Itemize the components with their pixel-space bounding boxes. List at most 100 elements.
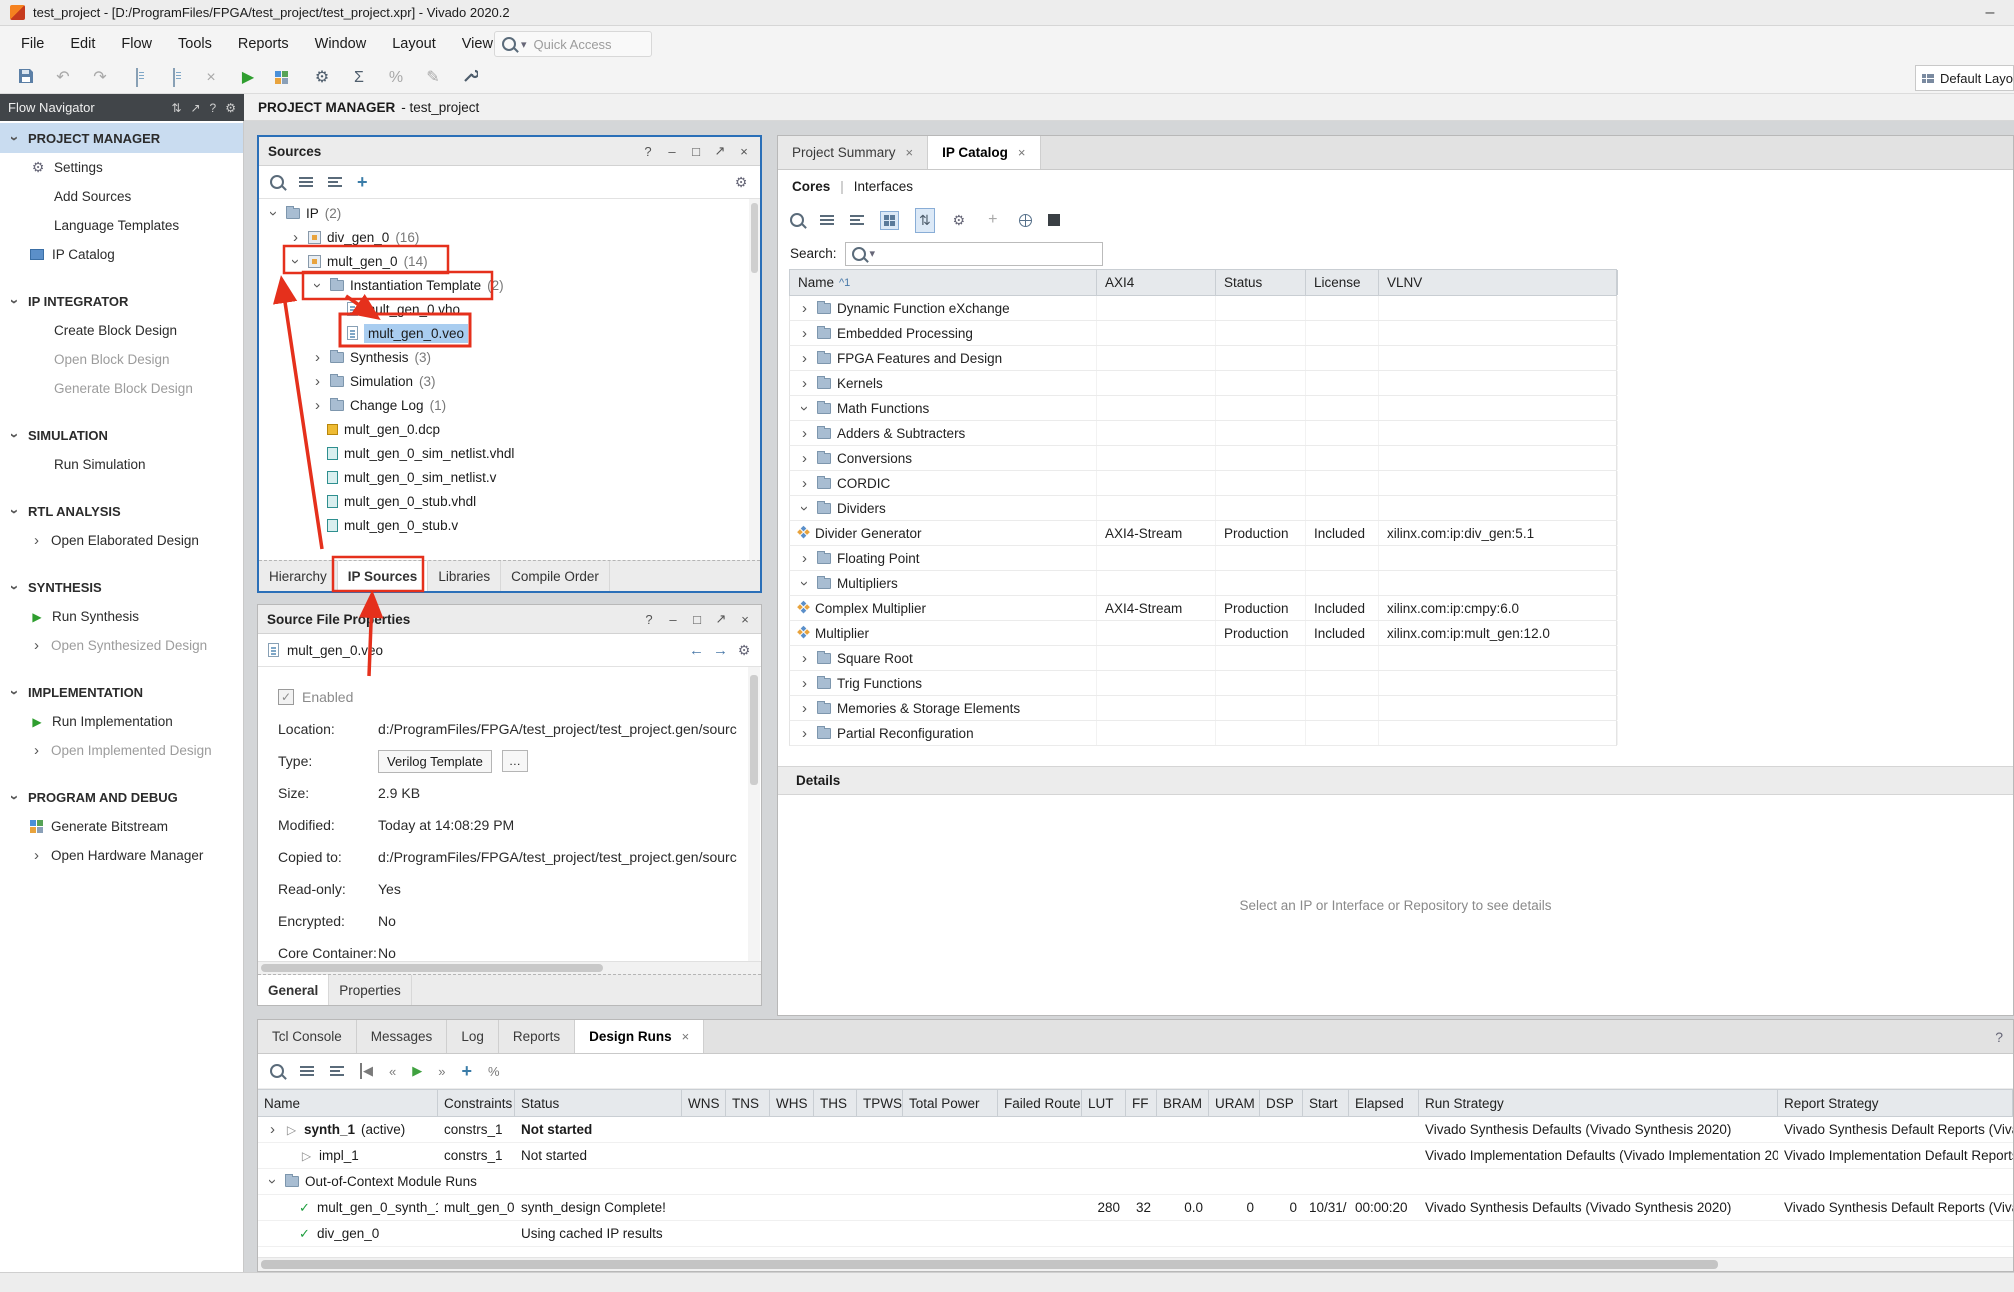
flow-section-ip-integrator[interactable]: › IP INTEGRATOR — [0, 286, 243, 316]
flow-item-open-elaborated-design[interactable]: ›Open Elaborated Design — [0, 526, 243, 555]
quick-access-search[interactable]: ▾ — [494, 31, 652, 57]
tree-item-mult-gen-0-veo[interactable]: mult_gen_0.veo — [259, 321, 760, 345]
tree-item-mult-gen-0[interactable]: ›mult_gen_0(14) — [259, 249, 760, 273]
expand-all-icon[interactable] — [330, 1066, 344, 1076]
column-vlnv[interactable]: VLNV — [1379, 270, 1618, 295]
minimize-icon[interactable]: – — [666, 612, 680, 627]
run-icon[interactable]: ▶ — [238, 70, 258, 86]
subtab-interfaces[interactable]: Interfaces — [854, 179, 913, 194]
search-icon[interactable] — [270, 1064, 284, 1078]
tab-libraries[interactable]: Libraries — [428, 561, 501, 591]
tree-item-change-log[interactable]: ›Change Log(1) — [259, 393, 760, 417]
block-design-icon[interactable] — [275, 71, 295, 84]
expand-all-icon[interactable] — [850, 215, 864, 225]
column[interactable]: Run Strategy — [1419, 1090, 1778, 1116]
table-row[interactable]: ✓mult_gen_0_synth_1 mult_gen_0 synth_des… — [258, 1195, 2013, 1221]
table-row[interactable]: ›Memories & Storage Elements — [789, 696, 1617, 721]
help-icon[interactable]: ? — [642, 612, 656, 627]
chevron-right-icon[interactable]: › — [798, 701, 811, 716]
chevron-right-icon[interactable]: › — [798, 726, 811, 741]
horizontal-scrollbar[interactable] — [258, 961, 761, 974]
collapse-all-icon[interactable] — [820, 215, 834, 225]
chevron-down-icon[interactable]: › — [288, 255, 303, 268]
pencil-icon[interactable]: ✎ — [423, 70, 443, 86]
flow-section-project-manager[interactable]: › PROJECT MANAGER — [0, 123, 243, 153]
flow-section-implementation[interactable]: › IMPLEMENTATION — [0, 677, 243, 707]
table-row[interactable]: ›Floating Point — [789, 546, 1617, 571]
tab-ip-catalog[interactable]: IP Catalog× — [928, 136, 1040, 169]
table-row[interactable]: ›CORDIC — [789, 471, 1617, 496]
pin-icon[interactable]: ↗ — [190, 101, 200, 115]
chevron-right-icon[interactable]: › — [798, 326, 811, 341]
tree-item-sim-netlist-vhdl[interactable]: mult_gen_0_sim_netlist.vhdl — [259, 441, 760, 465]
column[interactable]: WHS — [770, 1090, 814, 1116]
flow-item-open-block-design[interactable]: Open Block Design — [0, 345, 243, 374]
close-icon[interactable]: × — [738, 612, 752, 627]
tab-tcl-console[interactable]: Tcl Console — [258, 1020, 357, 1053]
column[interactable]: Failed Routes — [998, 1090, 1082, 1116]
help-icon[interactable]: ? — [641, 144, 655, 159]
tree-item-instantiation-template[interactable]: ›Instantiation Template(2) — [259, 273, 760, 297]
flow-section-simulation[interactable]: › SIMULATION — [0, 420, 243, 450]
tree-item-synthesis[interactable]: ›Synthesis(3) — [259, 345, 760, 369]
table-row[interactable]: ›Kernels — [789, 371, 1617, 396]
add-sources-icon[interactable]: + — [357, 173, 368, 191]
column-license[interactable]: License — [1306, 270, 1379, 295]
catalog-search-box[interactable]: ▾ — [845, 242, 1103, 266]
flow-section-synthesis[interactable]: › SYNTHESIS — [0, 572, 243, 602]
default-layout-button[interactable]: Default Layou — [1915, 65, 2014, 91]
rewind-icon[interactable]: « — [389, 1064, 396, 1079]
minimize-icon[interactable]: – — [665, 144, 679, 159]
column[interactable]: Elapsed — [1349, 1090, 1419, 1116]
chevron-right-icon[interactable]: › — [798, 476, 811, 491]
chevron-right-icon[interactable]: › — [798, 301, 811, 316]
table-row[interactable]: ›Multipliers — [789, 571, 1617, 596]
add-repository-icon[interactable]: + — [983, 212, 1003, 228]
tab-ip-sources[interactable]: IP Sources — [338, 561, 429, 591]
gear-icon[interactable]: ⚙ — [737, 642, 751, 659]
web-icon[interactable] — [1019, 214, 1032, 227]
column[interactable]: Constraints — [438, 1090, 515, 1116]
tree-item-mult-gen-0-dcp[interactable]: mult_gen_0.dcp — [259, 417, 760, 441]
column[interactable]: Report Strategy — [1778, 1090, 2013, 1116]
chevron-down-icon[interactable]: › — [310, 279, 325, 292]
help-icon[interactable]: ? — [210, 101, 217, 115]
tree-item-stub-v[interactable]: mult_gen_0_stub.v — [259, 513, 760, 537]
column[interactable]: BRAM — [1157, 1090, 1209, 1116]
delete-icon[interactable]: × — [201, 70, 221, 86]
tree-item-sim-netlist-v[interactable]: mult_gen_0_sim_netlist.v — [259, 465, 760, 489]
type-button[interactable]: Verilog Template — [378, 750, 492, 773]
step-first-icon[interactable]: ◀ — [360, 1063, 373, 1079]
menu-edit[interactable]: Edit — [57, 29, 108, 59]
flow-item-run-synthesis[interactable]: ▶Run Synthesis — [0, 602, 243, 631]
menu-window[interactable]: Window — [302, 29, 380, 59]
forward-icon[interactable]: » — [438, 1064, 445, 1079]
tree-item-simulation[interactable]: ›Simulation(3) — [259, 369, 760, 393]
chevron-right-icon[interactable]: › — [798, 651, 811, 666]
tab-project-summary[interactable]: Project Summary× — [778, 136, 928, 169]
report-icon[interactable] — [127, 70, 147, 86]
group-by-category-icon[interactable] — [880, 211, 899, 230]
forward-icon[interactable]: → — [713, 642, 727, 659]
enabled-checkbox[interactable]: ✓ — [278, 689, 294, 705]
column[interactable]: Start — [1303, 1090, 1349, 1116]
tab-log[interactable]: Log — [447, 1020, 499, 1053]
sigma-icon[interactable]: Σ — [349, 70, 369, 86]
hierarchize-icon[interactable]: ⇅ — [915, 208, 935, 233]
table-row[interactable]: ›Embedded Processing — [789, 321, 1617, 346]
flow-item-language-templates[interactable]: Language Templates — [0, 211, 243, 240]
chevron-down-icon[interactable]: › — [797, 577, 812, 590]
chevron-down-icon[interactable]: › — [265, 1175, 280, 1188]
copy-icon[interactable] — [164, 70, 184, 86]
save-icon[interactable] — [16, 68, 36, 88]
column[interactable]: TPWS — [857, 1090, 903, 1116]
expand-all-icon[interactable] — [328, 177, 342, 187]
menu-layout[interactable]: Layout — [379, 29, 449, 59]
table-row[interactable]: ›Trig Functions — [789, 671, 1617, 696]
table-row[interactable]: ›Square Root — [789, 646, 1617, 671]
search-icon[interactable] — [270, 175, 284, 189]
more-button[interactable]: … — [502, 750, 528, 772]
tree-item-stub-vhdl[interactable]: mult_gen_0_stub.vhdl — [259, 489, 760, 513]
chevron-right-icon[interactable]: › — [798, 351, 811, 366]
back-icon[interactable]: ← — [689, 642, 703, 659]
